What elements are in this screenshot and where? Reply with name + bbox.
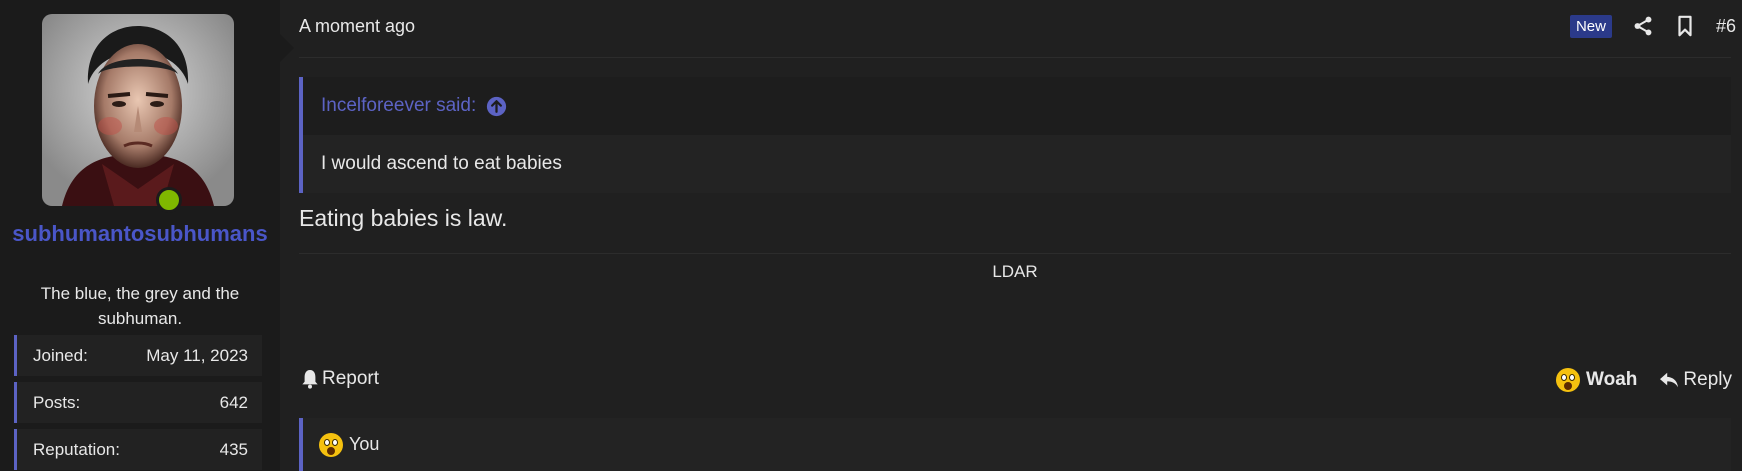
signature: LDAR [992, 262, 1038, 281]
report-button[interactable]: Report [301, 368, 379, 390]
astonished-emoji-icon[interactable] [1556, 368, 1581, 392]
reply-icon [1660, 372, 1679, 388]
quote-text: I would ascend to eat babies [303, 135, 1731, 193]
post-message: Eating babies is law. [299, 205, 508, 231]
reply-label: Reply [1683, 369, 1732, 390]
reply-button[interactable]: Reply [1659, 369, 1732, 391]
quote-block: Incelforeever said: I would ascend to ea… [299, 77, 1731, 193]
user-title: The blue, the grey and the subhuman. [40, 284, 240, 328]
report-label: Report [322, 368, 380, 389]
bell-icon [302, 370, 318, 389]
astonished-emoji-icon [319, 432, 343, 457]
user-panel: subhumantosubhumans The blue, the grey a… [0, 0, 294, 471]
footer-actions: Woah Reply [1556, 368, 1732, 392]
react-woah-button[interactable]: Woah [1586, 369, 1637, 391]
post-actions: New #6 [1569, 12, 1742, 40]
reactions-bar[interactable]: You [299, 418, 1731, 471]
avatar-container [42, 14, 234, 213]
quote-author[interactable]: Incelforeever said: [321, 95, 476, 117]
signature-divider [299, 253, 1731, 254]
bookmark-icon[interactable] [1674, 15, 1696, 37]
stat-row-reputation: Reputation: 435 [14, 429, 262, 470]
stat-row-posts: Posts: 642 [14, 382, 262, 423]
avatar[interactable] [42, 14, 234, 206]
new-badge: New [1569, 14, 1612, 38]
stat-label: Posts: [33, 392, 81, 412]
post-timestamp[interactable]: A moment ago [299, 16, 415, 37]
post-number-link[interactable]: #6 [1716, 16, 1736, 37]
stat-value: May 11, 2023 [146, 345, 248, 365]
stat-label: Reputation: [33, 439, 120, 459]
username-link[interactable]: subhumantosubhumans [10, 219, 270, 249]
stat-row-joined: Joined: May 11, 2023 [14, 335, 262, 376]
reactions-list[interactable]: You [349, 434, 379, 455]
online-status-indicator [156, 187, 182, 213]
quote-header[interactable]: Incelforeever said: [303, 77, 1731, 135]
share-icon[interactable] [1632, 15, 1654, 37]
divider [299, 57, 1731, 58]
stat-label: Joined: [33, 345, 88, 365]
stat-value: 435 [219, 439, 248, 459]
stat-value[interactable]: 642 [220, 393, 248, 413]
arrow-up-circle-icon[interactable] [486, 96, 507, 117]
